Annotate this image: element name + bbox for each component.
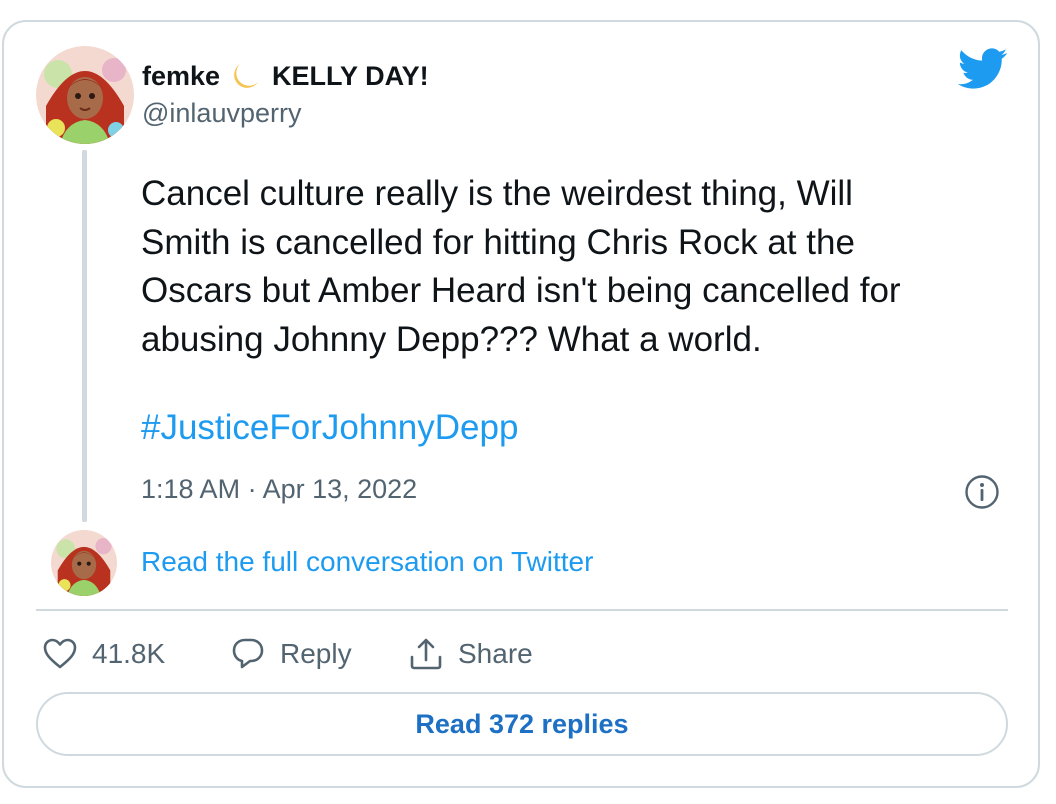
tweet-text-line: abusing Johnny Depp??? What a world. [141, 319, 762, 359]
author-name[interactable]: femke [142, 61, 220, 92]
author-avatar[interactable] [36, 46, 134, 144]
like-count: 41.8K [92, 638, 166, 669]
share-button[interactable]: Share [408, 634, 533, 674]
divider [36, 609, 1008, 611]
heart-icon [43, 638, 77, 669]
share-label: Share [458, 638, 533, 669]
read-conversation-link[interactable]: Read the full conversation on Twitter [141, 546, 593, 578]
share-upload-icon [410, 638, 442, 670]
author-name-suffix[interactable]: KELLY DAY! [272, 61, 429, 92]
conversation-avatar[interactable] [51, 530, 117, 596]
speech-bubble-icon [232, 638, 264, 669]
tweet-text-line: Cancel culture really is the weirdest th… [141, 174, 853, 213]
tweet-timestamp[interactable]: 1:18 AM · Apr 13, 2022 [141, 474, 417, 505]
author-handle[interactable]: @inlauvperry [142, 98, 301, 129]
tweet-text-line: Smith is cancelled for hitting Chris Roc… [141, 222, 855, 262]
crescent-moon-icon [230, 60, 262, 92]
twitter-bird-icon[interactable] [957, 48, 1008, 90]
read-replies-button[interactable]: Read 372 replies [36, 692, 1008, 756]
tweet-text-line: Oscars but Amber Heard isn't being cance… [141, 271, 901, 310]
tweet-text: Cancel culture really is the weirdest th… [141, 170, 1021, 364]
reply-label: Reply [280, 638, 352, 669]
reply-button[interactable]: Reply [230, 634, 352, 674]
info-icon[interactable] [964, 474, 1000, 510]
like-button[interactable]: 41.8K [42, 634, 165, 674]
thread-connector-line [82, 150, 87, 522]
author-name-row[interactable]: femke KELLY DAY! [142, 58, 429, 94]
hashtag-link[interactable]: #JusticeForJohnnyDepp [141, 408, 518, 448]
